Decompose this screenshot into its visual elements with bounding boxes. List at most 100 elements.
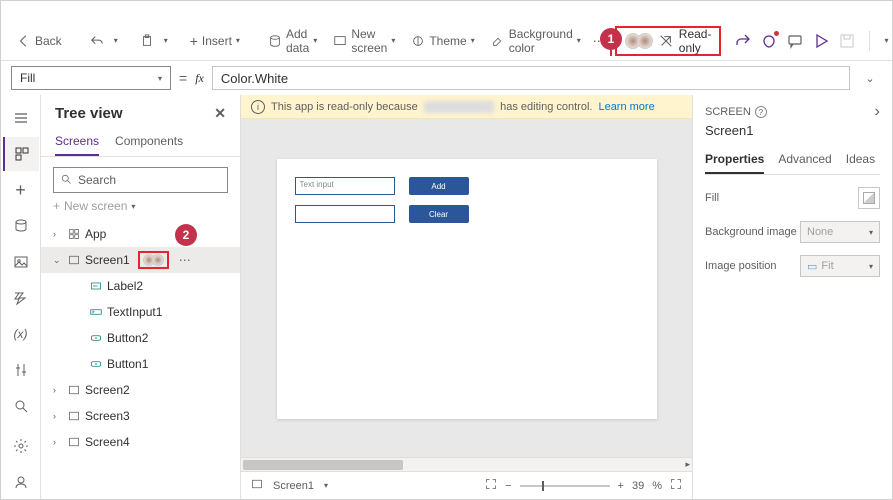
separator <box>869 31 870 51</box>
rail-data[interactable] <box>3 209 39 243</box>
rail-variables[interactable]: (x) <box>3 317 39 351</box>
imgpos-value: Fit <box>821 260 833 272</box>
tree-item-label2[interactable]: Label2 <box>41 273 240 299</box>
formula-bar: Fill ▾ = fx Color.White ⌄ <box>1 61 892 95</box>
rail-settings[interactable] <box>3 429 39 463</box>
play-icon[interactable] <box>813 33 829 49</box>
zoom-slider[interactable] <box>520 485 610 487</box>
tree-item-button1[interactable]: Button1 <box>41 351 240 377</box>
app-checker-icon[interactable] <box>761 33 777 49</box>
rail-search[interactable] <box>3 389 39 423</box>
save-icon[interactable] <box>839 33 855 49</box>
tab-screens[interactable]: Screens <box>55 130 99 156</box>
tree-item-screen3[interactable]: › Screen3 <box>41 403 240 429</box>
tab-ideas[interactable]: Ideas <box>846 148 875 174</box>
insert-button[interactable]: + Insert ▾ <box>184 29 246 53</box>
undo-button[interactable] <box>84 30 110 52</box>
properties-tabs: Properties Advanced Ideas <box>705 148 880 175</box>
add-data-button[interactable]: Add data ▾ <box>262 23 323 59</box>
collapse-icon[interactable]: ⌄ <box>53 255 63 266</box>
rail-tree-view[interactable] <box>3 137 39 171</box>
horizontal-scrollbar[interactable]: ▸ <box>241 457 692 471</box>
close-icon[interactable]: ✕ <box>214 105 226 122</box>
tab-properties[interactable]: Properties <box>705 148 764 174</box>
tree-item-label: Button1 <box>107 357 148 371</box>
chevron-down-icon: ▾ <box>236 36 240 45</box>
status-screen-selector[interactable]: Screen1 <box>273 480 314 492</box>
tree-search-input[interactable]: Search <box>53 167 228 193</box>
theme-button[interactable]: Theme ▾ <box>405 30 480 52</box>
canvas-add-button[interactable]: Add <box>409 177 469 195</box>
comments-icon[interactable] <box>787 33 803 49</box>
tree-item-screen2[interactable]: › Screen2 <box>41 377 240 403</box>
popout-icon[interactable] <box>670 478 682 493</box>
add-data-label: Add data <box>286 27 309 55</box>
rail-media[interactable] <box>3 245 39 279</box>
expand-panel-icon[interactable]: › <box>875 103 880 121</box>
scrollbar-thumb[interactable] <box>243 460 403 470</box>
zoom-unit: % <box>652 480 662 492</box>
share-icon[interactable] <box>735 33 751 49</box>
rail-power-automate[interactable] <box>3 281 39 315</box>
scroll-right-arrow[interactable]: ▸ <box>685 459 690 470</box>
app-icon <box>67 227 81 241</box>
tree-item-app[interactable]: › App <box>41 221 240 247</box>
canvas-textinput[interactable]: Text input <box>295 177 395 195</box>
screen-icon <box>67 435 81 449</box>
zoom-out-button[interactable]: − <box>505 480 511 492</box>
fx-symbol[interactable]: fx <box>195 71 204 86</box>
rail-advanced-tools[interactable] <box>3 353 39 387</box>
tab-advanced[interactable]: Advanced <box>778 148 831 174</box>
canvas-screen[interactable]: Text input Add . Clear <box>277 159 657 419</box>
info-text-suffix: has editing control. <box>500 101 592 113</box>
paste-chevron[interactable]: ▾ <box>164 36 168 45</box>
formula-expand-button[interactable]: ⌄ <box>858 72 882 85</box>
zoom-in-button[interactable]: + <box>618 480 624 492</box>
fill-color-swatch[interactable] <box>858 187 880 209</box>
rail-insert[interactable]: + <box>3 173 39 207</box>
publish-chevron[interactable]: ▾ <box>884 36 888 45</box>
zoom-fit-icon[interactable] <box>485 478 497 493</box>
rail-hamburger[interactable] <box>3 101 39 135</box>
more-icon[interactable]: ⋯ <box>179 253 191 267</box>
canvas-clear-button[interactable]: Clear <box>409 205 469 223</box>
help-icon[interactable]: ? <box>755 106 767 118</box>
arrow-left-icon <box>17 34 31 48</box>
insert-label: Insert <box>202 34 232 48</box>
screen-icon <box>251 478 263 493</box>
undo-chevron[interactable]: ▾ <box>114 36 118 45</box>
tree-item-screen4[interactable]: › Screen4 <box>41 429 240 455</box>
readonly-label: Read-only <box>679 27 712 55</box>
imgpos-selector[interactable]: ▭ Fit ▾ <box>800 255 880 277</box>
paste-button[interactable] <box>134 30 160 52</box>
back-button[interactable]: Back <box>11 30 68 52</box>
bgimage-selector[interactable]: None ▾ <box>800 221 880 243</box>
formula-input[interactable]: Color.White <box>212 66 850 90</box>
tab-components[interactable]: Components <box>115 130 183 156</box>
new-screen-button[interactable]: New screen ▾ <box>327 23 401 59</box>
screen-icon <box>67 253 81 267</box>
tree-item-button2[interactable]: Button2 <box>41 325 240 351</box>
search-icon <box>60 173 72 188</box>
properties-section-header: SCREEN ? › <box>705 103 880 121</box>
expand-icon[interactable]: › <box>53 385 63 395</box>
chevron-down-icon[interactable]: ▾ <box>324 481 328 490</box>
tree-item-label: Screen2 <box>85 383 130 397</box>
expand-icon[interactable]: › <box>53 229 63 239</box>
learn-more-link[interactable]: Learn more <box>598 101 654 113</box>
property-selector[interactable]: Fill ▾ <box>11 66 171 90</box>
rail-virtual-agent[interactable] <box>3 465 39 499</box>
expand-icon[interactable]: › <box>53 411 63 421</box>
bgcolor-label: Background color <box>509 27 573 55</box>
canvas-textinput-empty[interactable]: . <box>295 205 395 223</box>
canvas-viewport[interactable]: Text input Add . Clear <box>241 119 692 457</box>
button-icon <box>89 331 103 345</box>
tree-view-title: Tree view <box>55 105 123 122</box>
tree-new-screen-button[interactable]: + New screen ▾ <box>53 199 228 213</box>
expand-icon[interactable]: › <box>53 437 63 447</box>
tree-item-textinput1[interactable]: TextInput1 <box>41 299 240 325</box>
section-label: SCREEN <box>705 106 751 118</box>
tree-item-screen1[interactable]: ⌄ Screen1 ⋯ <box>41 247 240 273</box>
plus-icon: + <box>53 199 60 213</box>
bgcolor-button[interactable]: Background color ▾ <box>485 23 587 59</box>
